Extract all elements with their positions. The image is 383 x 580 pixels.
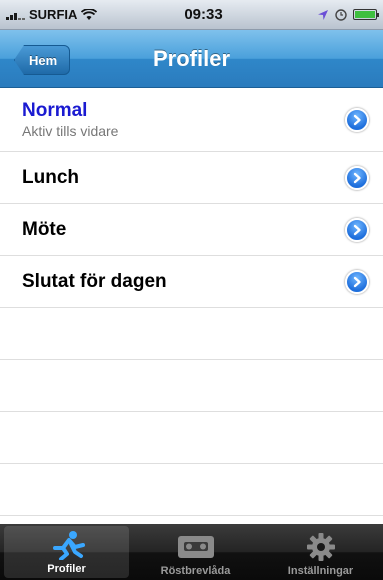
- gear-icon: [306, 531, 336, 563]
- empty-row: [0, 412, 383, 464]
- tab-label: Inställningar: [287, 565, 354, 577]
- disclosure-chevron-icon[interactable]: [345, 165, 369, 190]
- profile-name: Möte: [22, 218, 67, 240]
- profile-name: Slutat för dagen: [22, 270, 167, 292]
- profile-row-slutat[interactable]: Slutat för dagen: [0, 256, 383, 308]
- tab-label: Röstbrevlåda: [160, 565, 231, 577]
- tab-installningar[interactable]: Inställningar: [258, 524, 383, 580]
- profile-name: Lunch: [22, 166, 79, 188]
- tab-bar: Profiler Röstbrevlåda Inställningar: [0, 524, 383, 580]
- status-bar: SURFIA 09:33: [0, 0, 383, 30]
- signal-strength-icon: [6, 10, 25, 20]
- location-arrow-icon: [318, 9, 328, 20]
- profile-row-lunch[interactable]: Lunch: [0, 152, 383, 204]
- empty-row: [0, 360, 383, 412]
- disclosure-chevron-icon[interactable]: [345, 107, 369, 132]
- navigation-bar: Hem Profiler: [0, 30, 383, 88]
- empty-row: [0, 464, 383, 516]
- alarm-clock-icon: [335, 8, 347, 21]
- profile-status: Aktiv tills vidare: [22, 123, 119, 139]
- status-time: 09:33: [184, 6, 223, 23]
- disclosure-chevron-icon[interactable]: [345, 269, 369, 294]
- tab-label: Profiler: [47, 563, 86, 575]
- running-person-icon: [45, 529, 89, 561]
- profile-name: Normal: [22, 100, 88, 121]
- tab-profiler[interactable]: Profiler: [4, 526, 129, 578]
- status-right: [297, 8, 379, 21]
- profile-row-mote[interactable]: Möte: [0, 204, 383, 256]
- empty-row: [0, 308, 383, 360]
- tab-rostbrevlada[interactable]: Röstbrevlåda: [133, 524, 258, 580]
- cassette-icon: [177, 531, 215, 563]
- battery-icon: [353, 9, 379, 20]
- carrier-name: SURFIA: [29, 7, 78, 22]
- profile-row-normal[interactable]: Normal Aktiv tills vidare: [0, 88, 383, 152]
- disclosure-chevron-icon[interactable]: [345, 217, 369, 242]
- carrier-info: SURFIA: [6, 7, 136, 22]
- profile-list: Normal Aktiv tills vidare Lunch Möte Slu…: [0, 88, 383, 516]
- wifi-icon: [81, 8, 98, 20]
- back-button[interactable]: Hem: [14, 45, 71, 75]
